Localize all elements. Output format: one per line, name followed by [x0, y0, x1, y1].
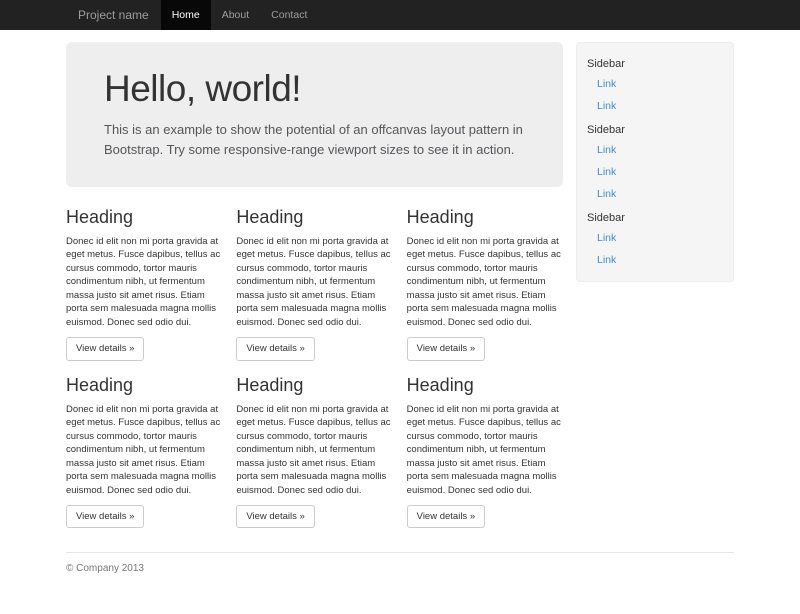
nav-item-contact[interactable]: Contact [260, 0, 318, 30]
sidebar-link[interactable]: Link [577, 95, 733, 117]
footer: © Company 2013 [66, 552, 734, 614]
sidebar-link[interactable]: Link [577, 73, 733, 95]
card-heading: Heading [236, 207, 392, 228]
card-heading: Heading [236, 375, 392, 396]
feature-card: Heading Donec id elit non mi porta gravi… [66, 369, 222, 529]
cards-row-2: Heading Donec id elit non mi porta gravi… [66, 369, 563, 529]
feature-card: Heading Donec id elit non mi porta gravi… [236, 369, 392, 529]
jumbotron: Hello, world! This is an example to show… [66, 42, 563, 187]
page-container: Hello, world! This is an example to show… [66, 42, 734, 614]
cards-row-1: Heading Donec id elit non mi porta gravi… [66, 201, 563, 361]
sidebar-heading: Sidebar [577, 51, 733, 73]
sidebar-heading: Sidebar [577, 205, 733, 227]
feature-card: Heading Donec id elit non mi porta gravi… [407, 369, 563, 529]
sidebar-link[interactable]: Link [577, 161, 733, 183]
view-details-button[interactable]: View details » [66, 337, 144, 360]
brand-link[interactable]: Project name [66, 0, 161, 30]
sidebar-group: Sidebar Link Link [577, 205, 733, 271]
view-details-button[interactable]: View details » [236, 505, 314, 528]
card-text: Donec id elit non mi porta gravida at eg… [66, 403, 222, 497]
card-text: Donec id elit non mi porta gravida at eg… [236, 403, 392, 497]
view-details-button[interactable]: View details » [236, 337, 314, 360]
sidebar-link[interactable]: Link [577, 183, 733, 205]
card-heading: Heading [66, 207, 222, 228]
sidebar-link[interactable]: Link [577, 249, 733, 271]
nav-item-home[interactable]: Home [161, 0, 211, 30]
sidebar-heading: Sidebar [577, 117, 733, 139]
sidebar-link[interactable]: Link [577, 227, 733, 249]
card-text: Donec id elit non mi porta gravida at eg… [407, 235, 563, 329]
footer-divider [66, 552, 734, 553]
sidebar-group: Sidebar Link Link [577, 51, 733, 117]
sidebar: Sidebar Link Link Sidebar Link Link Link… [576, 42, 734, 282]
card-heading: Heading [407, 207, 563, 228]
sidebar-link[interactable]: Link [577, 139, 733, 161]
feature-card: Heading Donec id elit non mi porta gravi… [236, 201, 392, 361]
card-text: Donec id elit non mi porta gravida at eg… [66, 235, 222, 329]
main-nav: Home About Contact [161, 0, 319, 30]
card-heading: Heading [66, 375, 222, 396]
main-row: Hello, world! This is an example to show… [66, 42, 734, 536]
feature-card: Heading Donec id elit non mi porta gravi… [66, 201, 222, 361]
navbar-container: Project name Home About Contact [66, 0, 734, 30]
navbar: Project name Home About Contact [0, 0, 800, 30]
view-details-button[interactable]: View details » [407, 337, 485, 360]
sidebar-group: Sidebar Link Link Link [577, 117, 733, 205]
jumbotron-text: This is an example to show the potential… [104, 120, 525, 159]
card-text: Donec id elit non mi porta gravida at eg… [236, 235, 392, 329]
content-column: Hello, world! This is an example to show… [66, 42, 563, 536]
copyright-text: © Company 2013 [66, 563, 734, 574]
page-title: Hello, world! [104, 68, 525, 110]
view-details-button[interactable]: View details » [407, 505, 485, 528]
nav-item-about[interactable]: About [211, 0, 260, 30]
view-details-button[interactable]: View details » [66, 505, 144, 528]
card-text: Donec id elit non mi porta gravida at eg… [407, 403, 563, 497]
card-heading: Heading [407, 375, 563, 396]
feature-card: Heading Donec id elit non mi porta gravi… [407, 201, 563, 361]
